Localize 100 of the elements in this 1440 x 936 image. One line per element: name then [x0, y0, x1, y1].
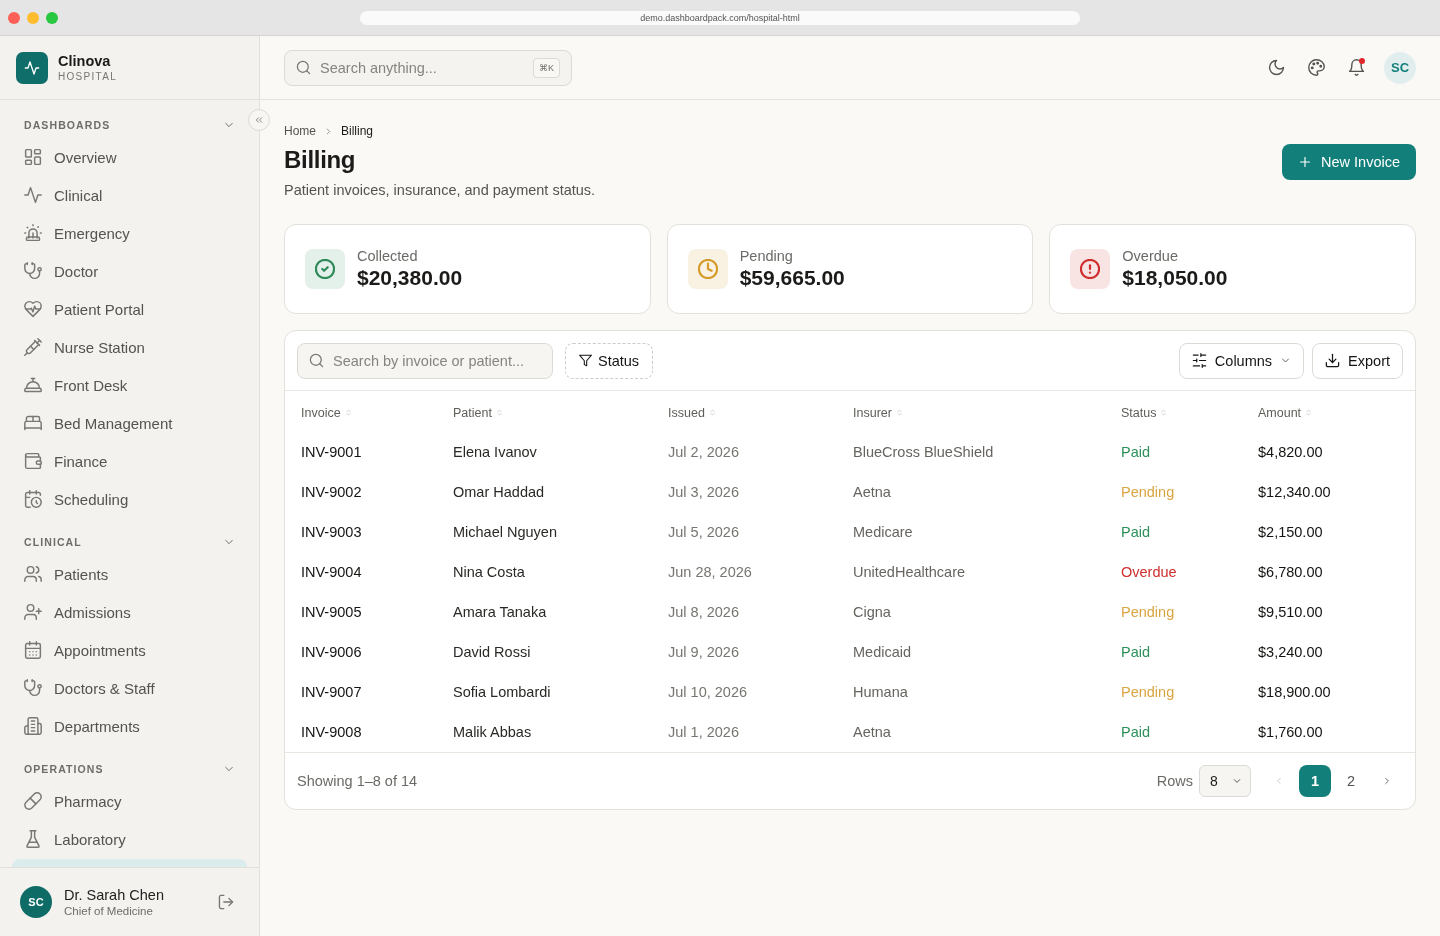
table-cell-text: Amara Tanaka — [452, 603, 548, 622]
grid-icon — [24, 148, 42, 166]
filter-icon — [579, 354, 592, 367]
column-header[interactable]: Issued — [668, 405, 716, 420]
breadcrumb-current: Billing — [341, 123, 374, 139]
table-cell-text: Jul 3, 2026 — [667, 483, 740, 502]
chevron-left-icon — [1274, 776, 1284, 786]
table-cell-text: Jul 10, 2026 — [667, 683, 748, 702]
stat-label: Pending — [739, 247, 794, 265]
sort-icon — [344, 408, 352, 417]
user-avatar-button[interactable]: SC — [1384, 51, 1416, 84]
bell-icon — [1347, 59, 1365, 76]
table-cell-text: Jul 5, 2026 — [667, 523, 740, 542]
table-cell-text: INV-9004 — [300, 563, 363, 582]
stat-value: $20,380.00 — [357, 265, 463, 291]
maximize-window-icon[interactable] — [46, 11, 58, 24]
columns-button[interactable]: Columns — [1178, 342, 1305, 379]
table-cell-text: $12,340.00 — [1257, 483, 1332, 502]
sidebar-item[interactable]: Overview — [12, 138, 247, 176]
calendar-clock-icon — [24, 490, 42, 508]
sidebar-item[interactable]: Front Desk — [12, 366, 247, 404]
page-button[interactable]: 1 — [1299, 765, 1331, 797]
sidebar-item[interactable]: Scheduling — [12, 480, 247, 518]
sidebar-item[interactable]: Appointments — [12, 631, 247, 669]
stat-value: $59,665.00 — [739, 265, 845, 291]
page-subtitle: Patient invoices, insurance, and payment status. — [284, 181, 596, 200]
user-plus-icon — [24, 603, 42, 621]
sidebar-item[interactable]: Emergency — [12, 214, 247, 252]
user-role: Chief of Medicine — [64, 903, 154, 919]
column-header[interactable]: Insurer — [853, 405, 903, 420]
status-filter-button[interactable]: Status — [565, 342, 654, 379]
section-toggle[interactable]: OPERATIONS — [12, 758, 247, 780]
bed-icon — [24, 414, 42, 432]
page-button[interactable]: 2 — [1335, 765, 1367, 797]
table-cell-text: $18,900.00 — [1257, 683, 1332, 702]
sidebar-item[interactable]: Laboratory — [12, 820, 247, 858]
table-cell-text: Humana — [852, 683, 909, 702]
siren-icon — [24, 224, 42, 242]
sort-icon — [1160, 408, 1168, 417]
sliders-icon — [1191, 353, 1207, 368]
breadcrumb-link[interactable]: Home — [284, 123, 316, 139]
sidebar-item[interactable]: Nurse Station — [12, 328, 247, 366]
table-cell-text: Nina Costa — [452, 563, 526, 582]
status-cell-text: Paid — [1120, 523, 1152, 542]
sidebar-item[interactable]: Finance — [12, 442, 247, 480]
brand-tagline: HOSPITAL — [58, 69, 118, 83]
table-cell-text: INV-9008 — [300, 723, 363, 742]
user-avatar: SC — [20, 886, 52, 918]
chevron-down-icon — [1232, 776, 1242, 786]
table-cell-text: Sofia Lombardi — [452, 683, 552, 702]
logo-icon — [16, 51, 48, 84]
sidebar-item[interactable]: Admissions — [12, 593, 247, 631]
stethoscope-icon — [24, 679, 42, 697]
export-button[interactable]: Export — [1312, 342, 1403, 379]
status-cell-text: Paid — [1120, 443, 1152, 462]
collapse-sidebar-button[interactable] — [248, 109, 270, 131]
table-cell-text: INV-9005 — [300, 603, 363, 622]
table-cell-text: INV-9003 — [300, 523, 363, 542]
new-invoice-button[interactable]: New Invoice — [1282, 144, 1416, 180]
chevron-right-icon — [324, 126, 333, 136]
address-bar[interactable]: demo.dashboardpack.com/hospital-html — [360, 10, 1080, 25]
column-header[interactable]: Status — [1121, 405, 1168, 420]
sidebar-item[interactable]: Bed Management — [12, 404, 247, 442]
column-header[interactable]: Amount — [1258, 405, 1313, 420]
pulse-line-icon — [24, 186, 42, 204]
heart-pulse-icon — [24, 300, 42, 318]
status-cell-text: Pending — [1120, 603, 1176, 622]
sidebar-item[interactable]: Departments — [12, 707, 247, 745]
logout-icon[interactable] — [218, 894, 234, 910]
close-window-icon[interactable] — [8, 11, 20, 24]
sidebar-item[interactable]: Patient Portal — [12, 290, 247, 328]
table-cell-text: Malik Abbas — [452, 723, 533, 742]
table-cell-text: David Rossi — [452, 643, 532, 662]
table-cell-text: Jul 1, 2026 — [667, 723, 740, 742]
sidebar-item[interactable]: Pharmacy — [12, 782, 247, 820]
rows-per-page-select[interactable]: 8 — [1199, 765, 1251, 797]
column-header[interactable]: Patient — [453, 405, 503, 420]
users-icon — [24, 565, 42, 583]
section-toggle[interactable]: CLINICAL — [12, 531, 247, 553]
stat-label: Collected — [357, 247, 419, 265]
sidebar-item[interactable]: Clinical — [12, 176, 247, 214]
stat-value: $18,050.00 — [1122, 265, 1228, 291]
minimize-window-icon[interactable] — [27, 11, 39, 24]
column-header[interactable]: Invoice — [301, 405, 352, 420]
table-cell-text: Cigna — [852, 603, 892, 622]
section-toggle[interactable]: DASHBOARDS — [12, 114, 247, 136]
sidebar-item[interactable]: Doctors & Staff — [12, 669, 247, 707]
user-name: Dr. Sarah Chen — [64, 885, 164, 904]
table-cell-text: Jul 9, 2026 — [667, 643, 740, 662]
sidebar-item[interactable]: Doctor — [12, 252, 247, 290]
table-cell-text: Medicare — [852, 523, 914, 542]
sidebar-item[interactable]: Patients — [12, 555, 247, 593]
table-search-field[interactable]: Search by invoice or patient... — [297, 342, 553, 379]
building-icon — [24, 717, 42, 735]
sort-icon — [495, 408, 503, 417]
pill-icon — [24, 792, 42, 810]
status-cell-text: Overdue — [1120, 563, 1178, 582]
table-cell-text: Jul 8, 2026 — [667, 603, 740, 622]
status-cell-text: Pending — [1120, 683, 1176, 702]
search-icon — [309, 353, 324, 368]
